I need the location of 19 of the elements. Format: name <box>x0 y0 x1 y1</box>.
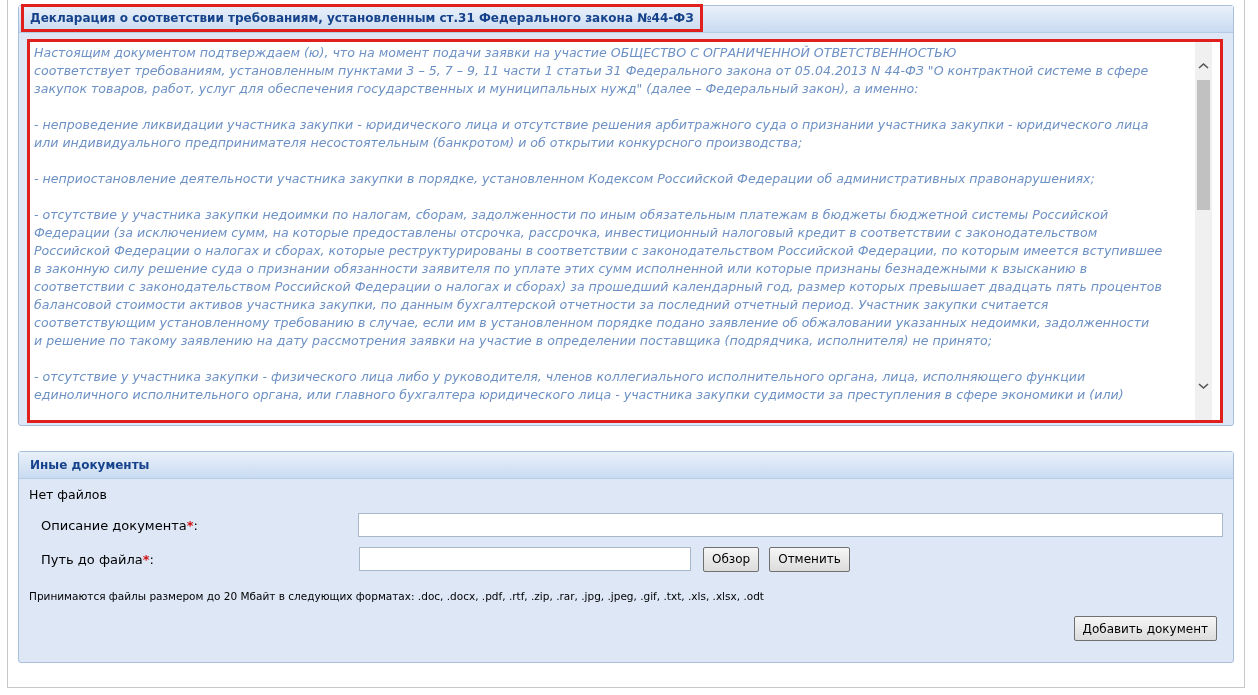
input-field[interactable] <box>358 513 1223 537</box>
declaration-paragraph: - отсутствие у участника закупки - физического лица либо у руководителя, членов коллегиального исполнительного органа, лица, исполняющего функции единоличного исполнительного органа, или главного бухгалтера юридического лица - участника закупки судимости за преступления в сфере экономики и (или) <box>34 368 1125 404</box>
scroll-down-icon[interactable] <box>1198 382 1209 390</box>
scroll-up-icon[interactable] <box>1198 62 1209 70</box>
field-label: Описание документа*: <box>40 517 199 533</box>
scrollbar[interactable] <box>1195 42 1212 420</box>
panel-title: Иные документы <box>29 457 151 474</box>
add-document-button[interactable]: Добавить документ <box>1073 616 1217 641</box>
declaration-paragraph: - отсутствие у участника закупки недоимки по налогам, сборам, задолженности по иным обязательным платежам в бюджеты бюджетной системы Российской Федерации (за исключением сумм, на которые предоставлены отсрочка, рассрочка, инвестиционный налоговый кредит в соответствии с законодательством Российской Федерации о налогах и сборах, которые реструктурированы в соответствии с законодательством Российской Федерации, по которым имеется вступившее в законную силу решение суда о признании обязанности заявителя по уплате этих сумм исполненной или которые признаны безнадежными к взысканию в соответствии с законодательством Российской Федерации о налогах и сборах) за прошедший календарный год, размер которых превышает двадцать пять процентов балансовой стоимости активов участника закупки, по данным бухгалтерской отчетности за последний отчетный период. Участник закупки считается соответствующим установленному требованию в случае, если им в установленном порядке подано заявление об обжаловании указанных недоимки, задолженности и решение по такому заявлению на дату рассмотрения заявки на участие в определении поставщика (подрядчика, исполнителя) не принято; <box>34 206 1164 350</box>
formats-note: Принимаются файлы размером до 20 Мбайт в следующих форматах: .doc, .docx, .pdf, .rtf, .zip, .rar, .jpg, .jpeg, .gif, .txt, .xls, .xlsx, .odt <box>29 590 765 602</box>
declaration-paragraph: - неприостановление деятельности участника закупки в порядке, установленном Кодексом Российской Федерации об административных правонарушениях; <box>34 170 1096 188</box>
declaration-paragraph: - непроведение ликвидации участника закупки - юридического лица и отсутствие решения арбитражного суда о признании участника закупки - юридического лица или индивидуального предпринимателя несостоятельным (банкротом) и об открытии конкурсного производства; <box>34 116 1150 152</box>
file-button[interactable]: Обзор <box>703 546 760 572</box>
declaration-paragraph: Настоящим документом подтверждаем (ю), что на момент подачи заявки на участие ОБЩЕСТВО С ОГРАНИЧЕННОЙ ОТВЕТСТВЕННОСТЬЮ соответствует требованиям, установленным пунктами 3 – 5, 7 – 9, 11 части 1 статьи 31 Федерального закона от 05.04.2013 N 44-ФЗ "О контрактной системе в сфере закупок товаров, работ, услуг для обеспечения государственных и муниципальных нужд" (далее – Федеральный закон), а именно: <box>34 44 1150 98</box>
no-files-text: Нет файлов <box>29 487 108 502</box>
file-button[interactable]: Отменить <box>769 546 850 572</box>
input-field[interactable] <box>359 547 691 571</box>
panel-title: Декларация о соответствии требованиям, установленным ст.31 Федерального закона №44-ФЗ <box>21 4 703 32</box>
field-label: Путь до файла*: <box>40 551 155 567</box>
